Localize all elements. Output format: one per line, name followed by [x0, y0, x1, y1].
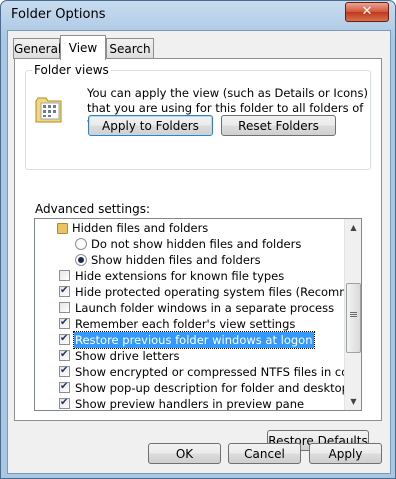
- folder-options-window: Folder Options ✕ General View Search Fol…: [0, 0, 396, 479]
- scroll-up-arrow-icon[interactable]: ▲: [345, 219, 361, 236]
- checkbox[interactable]: [59, 302, 70, 313]
- checkbox[interactable]: [59, 396, 70, 410]
- folder-views-icon: [35, 97, 62, 123]
- list-item-label: Show hidden files and folders: [91, 253, 261, 267]
- scroll-down-arrow-icon[interactable]: ▼: [345, 393, 361, 410]
- checkbox[interactable]: [59, 380, 70, 394]
- folder-views-caption: Folder views: [32, 63, 111, 77]
- checkbox[interactable]: [59, 316, 70, 330]
- close-icon: ✕: [361, 4, 373, 19]
- reset-folders-button[interactable]: Reset Folders: [221, 115, 336, 136]
- list-item-label: Show preview handlers in preview pane: [75, 397, 305, 411]
- apply-to-folders-button[interactable]: Apply to Folders: [88, 115, 213, 136]
- checkbox[interactable]: [59, 364, 70, 378]
- list-item-label: Show pop-up description for folder and d…: [75, 381, 362, 395]
- tab-general-label: General: [14, 42, 62, 56]
- title-bar[interactable]: Folder Options ✕: [1, 1, 395, 30]
- tab-general[interactable]: General: [13, 38, 62, 59]
- list-item-label: Remember each folder's view settings: [75, 317, 296, 331]
- list-item-label: Hidden files and folders: [72, 221, 209, 235]
- radio-button[interactable]: [75, 254, 87, 266]
- window-title: Folder Options: [11, 7, 106, 22]
- list-item-label: Hide protected operating system files (R…: [75, 285, 362, 299]
- view-tab-panel: Folder views You can apply the view (suc…: [14, 58, 382, 451]
- dialog-body: General View Search Folder views You can…: [7, 30, 391, 474]
- list-item-label: Restore previous folder windows at logon: [73, 331, 315, 349]
- checkbox[interactable]: [59, 284, 70, 298]
- tab-view[interactable]: View: [60, 35, 106, 60]
- cancel-button[interactable]: Cancel: [228, 443, 301, 464]
- list-item-label: Hide extensions for known file types: [75, 269, 285, 283]
- vertical-scrollbar[interactable]: ▲ ▼: [344, 219, 361, 410]
- tab-search-label: Search: [109, 42, 151, 56]
- advanced-settings-label: Advanced settings:: [35, 202, 150, 216]
- scrollbar-thumb[interactable]: [346, 283, 361, 353]
- advanced-settings-list[interactable]: Hidden files and folders Do not show hid…: [34, 218, 362, 411]
- tab-view-label: View: [68, 41, 98, 55]
- list-item-label: Show drive letters: [75, 349, 180, 363]
- list-item-label: Show encrypted or compressed NTFS files …: [75, 365, 362, 379]
- apply-button[interactable]: Apply: [309, 443, 382, 464]
- folder-icon: [57, 223, 68, 234]
- checkbox[interactable]: [59, 332, 70, 346]
- checkbox[interactable]: [59, 348, 70, 362]
- grip-icon: [350, 312, 357, 313]
- close-button[interactable]: ✕: [345, 2, 389, 22]
- tab-search[interactable]: Search: [106, 38, 154, 59]
- list-item-label: Launch folder windows in a separate proc…: [75, 301, 335, 315]
- list-item-label: Do not show hidden files and folders: [91, 237, 302, 251]
- folder-views-group: Folder views You can apply the view (suc…: [25, 63, 371, 170]
- ok-button[interactable]: OK: [148, 443, 221, 464]
- radio-button[interactable]: [75, 238, 87, 250]
- checkbox[interactable]: [59, 270, 70, 281]
